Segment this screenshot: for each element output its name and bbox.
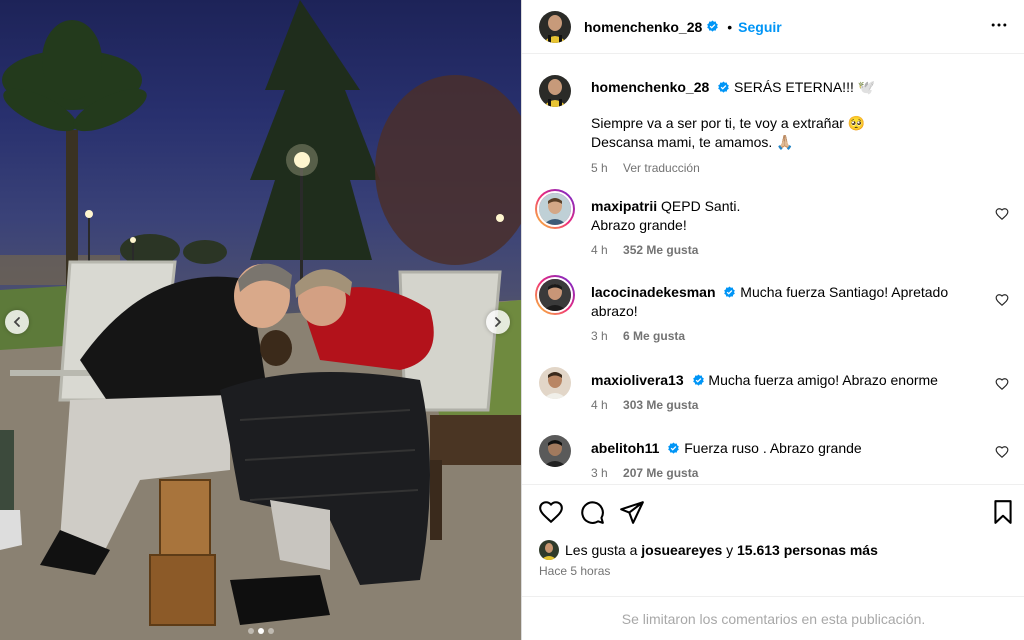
carousel-dot-active [257, 628, 264, 634]
heart-icon[interactable] [995, 445, 1009, 459]
verified-icon [668, 442, 680, 454]
comment-time: 4 h [591, 398, 608, 412]
verified-icon [718, 81, 729, 93]
commenter-avatar[interactable] [539, 435, 571, 467]
comment-text: Mucha fuerza Santiago! Apretado [740, 284, 949, 300]
commenter-avatar[interactable] [535, 275, 575, 315]
avatar-image [539, 10, 571, 43]
comment-item: maxiolivera13 Mucha fuerza amigo! Abrazo… [539, 367, 1009, 417]
comment-likes[interactable]: 352 Me gusta [623, 243, 698, 257]
header-separator: • [727, 18, 733, 35]
carousel-indicator [0, 628, 521, 634]
post-header: homenchenko_28 • Seguir [522, 0, 1024, 54]
carousel-prev-button[interactable] [5, 310, 29, 334]
comment-text-2: abrazo! [591, 303, 638, 319]
post-photo[interactable] [0, 0, 521, 640]
comment-username[interactable]: maxipatrii [591, 198, 657, 214]
comment-time: 3 h [591, 466, 608, 480]
action-bar [522, 484, 1024, 540]
commenter-avatar[interactable] [535, 189, 575, 229]
post-sidebar: homenchenko_28 • Seguir homenchenko_28 S… [521, 0, 1024, 640]
author-avatar[interactable] [539, 75, 571, 107]
caption-username[interactable]: homenchenko_28 [591, 79, 709, 95]
more-icon [991, 23, 1007, 27]
likes-count[interactable]: 15.613 personas más [737, 542, 878, 558]
post-viewer: homenchenko_28 • Seguir homenchenko_28 S… [0, 0, 1024, 640]
chevron-left-icon [13, 317, 20, 327]
comment-text: Fuerza ruso . Abrazo grande [684, 440, 862, 456]
post-caption: homenchenko_28 SERÁS ETERNA!!! 🕊️ Siempr… [539, 75, 1009, 185]
more-options-button[interactable] [987, 13, 1011, 37]
share-icon[interactable] [619, 499, 645, 525]
carousel-dot [247, 628, 254, 634]
avatar-image [539, 279, 571, 311]
comment-likes[interactable]: 303 Me gusta [623, 398, 698, 412]
comment-time: 3 h [591, 329, 608, 343]
photo-scene [0, 0, 521, 640]
heart-icon[interactable] [995, 377, 1009, 391]
avatar-image [539, 435, 571, 467]
likes-conjunction: y [726, 542, 734, 558]
comments-limited-notice: Se limitaron los comentarios en esta pub… [522, 596, 1024, 640]
comment-icon[interactable] [579, 499, 605, 525]
heart-icon[interactable] [538, 499, 564, 525]
verified-icon [707, 20, 719, 32]
comment-username[interactable]: maxiolivera13 [591, 372, 684, 388]
comment-time: 4 h [591, 243, 608, 257]
avatar-image [539, 193, 571, 225]
comment-likes[interactable]: 6 Me gusta [623, 329, 685, 343]
post-timestamp: Hace 5 horas [539, 564, 611, 578]
comment-item: lacocinadekesman Mucha fuerza Santiago! … [535, 275, 1009, 349]
likes-prefix: Les gusta a [565, 542, 638, 558]
heart-icon[interactable] [995, 207, 1009, 221]
commenter-avatar[interactable] [539, 367, 571, 399]
follow-button[interactable]: Seguir [738, 19, 782, 35]
carousel-dot [267, 628, 274, 634]
translate-link[interactable]: Ver traducción [623, 161, 700, 175]
caption-line-2: Descansa mami, te amamos. 🙏🏼 [591, 134, 794, 150]
chevron-right-icon [495, 317, 502, 327]
liker-avatar [539, 540, 559, 560]
author-avatar[interactable] [539, 10, 571, 43]
comment-username[interactable]: lacocinadekesman [591, 284, 716, 300]
author-username[interactable]: homenchenko_28 [584, 19, 702, 35]
comments-list[interactable]: homenchenko_28 SERÁS ETERNA!!! 🕊️ Siempr… [522, 55, 1024, 483]
likes-summary[interactable]: Les gusta a josueareyes y 15.613 persona… [539, 540, 878, 560]
carousel-next-button[interactable] [486, 310, 510, 334]
liker-username[interactable]: josueareyes [641, 542, 722, 558]
comment-text: QEPD Santi. [661, 198, 741, 214]
bookmark-icon[interactable] [990, 499, 1016, 525]
avatar-image [539, 75, 571, 107]
comment-item: maxipatrii QEPD Santi. Abrazo grande! 4 … [535, 189, 1009, 263]
caption-line-1: Siempre va a ser por ti, te voy a extrañ… [591, 115, 866, 131]
comment-username[interactable]: abelitoh11 [591, 440, 659, 456]
caption-title: SERÁS ETERNA!!! 🕊️ [734, 79, 876, 95]
comment-likes[interactable]: 207 Me gusta [623, 466, 698, 480]
comment-item: abelitoh11 Fuerza ruso . Abrazo grande 3… [539, 435, 1009, 483]
heart-icon[interactable] [995, 293, 1009, 307]
avatar-image [539, 367, 571, 399]
comment-text: Mucha fuerza amigo! Abrazo enorme [708, 372, 938, 388]
verified-icon [692, 374, 704, 386]
avatar-image [539, 540, 559, 560]
caption-time: 5 h [591, 161, 608, 175]
comment-text-2: Abrazo grande! [591, 217, 687, 233]
verified-icon [724, 286, 736, 298]
